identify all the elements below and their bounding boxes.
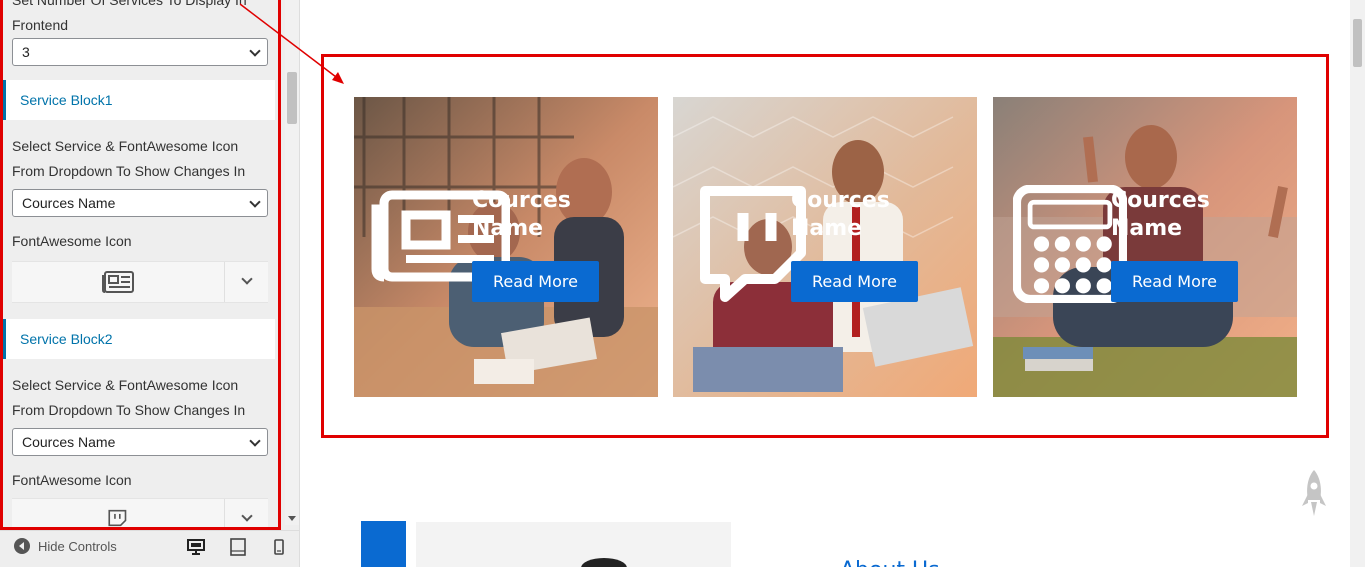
service-card: Cources Name Read More [993,97,1297,397]
number-of-services-value: 3 [22,44,30,60]
number-of-services-select[interactable]: 3 [12,38,268,66]
service-block2-title: Service Block2 [20,331,113,347]
twitch-icon [108,509,127,527]
page-scrollbar[interactable] [1350,0,1365,567]
service-block2-service-select[interactable]: Cources Name [12,428,268,456]
service-block2-icon-label: FontAwesome Icon [12,472,132,488]
service-block2-icon-picker[interactable] [12,498,268,530]
hide-controls-button[interactable]: Hide Controls [14,538,117,554]
read-more-button[interactable]: Read More [472,261,599,302]
back-to-top-rocket-icon[interactable] [1301,470,1327,518]
service-block2-service-value: Cources Name [22,434,116,450]
scroll-down-arrow-icon[interactable] [288,516,296,521]
service-block1-title: Service Block1 [20,92,113,108]
customizer-footer: Hide Controls [0,530,299,567]
chevron-down-icon [249,196,261,208]
site-preview: Cources Name Read More Cources Name Read… [240,0,1350,567]
service-block1-icon-picker[interactable] [12,261,268,303]
service-card: Cources Name Read More [354,97,658,397]
service-title: Cources Name [1111,188,1210,241]
calculator-icon [1013,185,1127,303]
chevron-down-icon [249,435,261,447]
service-block1-icon-label: FontAwesome Icon [12,233,132,249]
service-card: Cources Name Read More [673,97,977,397]
annotation-arrow [240,3,344,84]
read-more-button[interactable]: Read More [1111,261,1238,302]
service-block1-service-value: Cources Name [22,195,116,211]
about-heading: About Us [840,558,940,567]
about-accent-block [361,521,406,567]
hide-controls-label: Hide Controls [38,538,117,554]
mobile-icon[interactable] [269,537,289,557]
desktop-icon[interactable] [186,537,206,557]
newspaper-icon [102,271,134,293]
tablet-icon[interactable] [228,537,248,557]
service-block2-section[interactable]: Service Block2 [3,319,275,359]
about-image [416,522,731,567]
service-title: Cources Name [472,188,571,241]
page-scrollbar-thumb[interactable] [1353,19,1362,67]
number-of-services-label: Set Number Of Services To Display In Fro… [12,0,247,33]
collapse-icon [14,538,30,554]
service-block1-service-select[interactable]: Cources Name [12,189,268,217]
service-title: Cources Name [791,188,890,241]
chevron-down-icon[interactable] [241,510,253,522]
service-block1-section[interactable]: Service Block1 [3,80,275,120]
chevron-down-icon[interactable] [241,273,253,285]
read-more-button[interactable]: Read More [791,261,918,302]
